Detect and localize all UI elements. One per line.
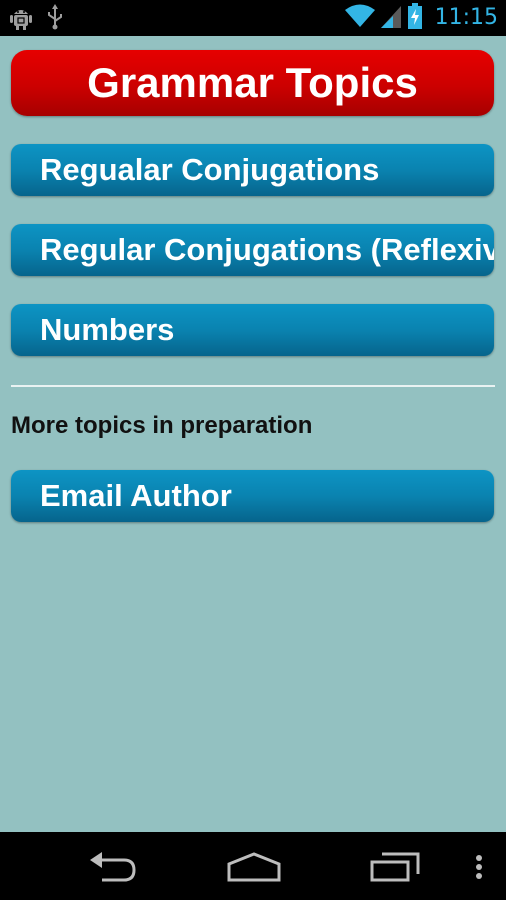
overflow-menu-icon[interactable] (474, 848, 484, 889)
usb-icon (46, 4, 64, 35)
email-author-button[interactable]: Email Author (11, 470, 494, 522)
clock: 11:15 (434, 5, 498, 30)
main-content: Grammar Topics Regualar Conjugations Reg… (0, 36, 506, 832)
note-text: More topics in preparation (11, 412, 313, 439)
recent-apps-icon[interactable] (370, 848, 420, 889)
home-icon[interactable] (226, 848, 282, 889)
navigation-bar (0, 832, 506, 900)
divider (11, 385, 495, 387)
back-icon[interactable] (88, 848, 138, 889)
battery-charging-icon (407, 2, 423, 34)
android-debug-icon (10, 4, 32, 35)
wifi-icon (344, 4, 375, 33)
topic-button-regular-conjugations[interactable]: Regualar Conjugations (11, 144, 494, 196)
page-title: Grammar Topics (11, 50, 494, 116)
signal-icon (380, 4, 401, 33)
topic-button-regular-conjugations-reflexive[interactable]: Regular Conjugations (Reflexive) (11, 224, 494, 276)
status-bar: 11:15 (0, 0, 506, 36)
topic-button-numbers[interactable]: Numbers (11, 304, 494, 356)
